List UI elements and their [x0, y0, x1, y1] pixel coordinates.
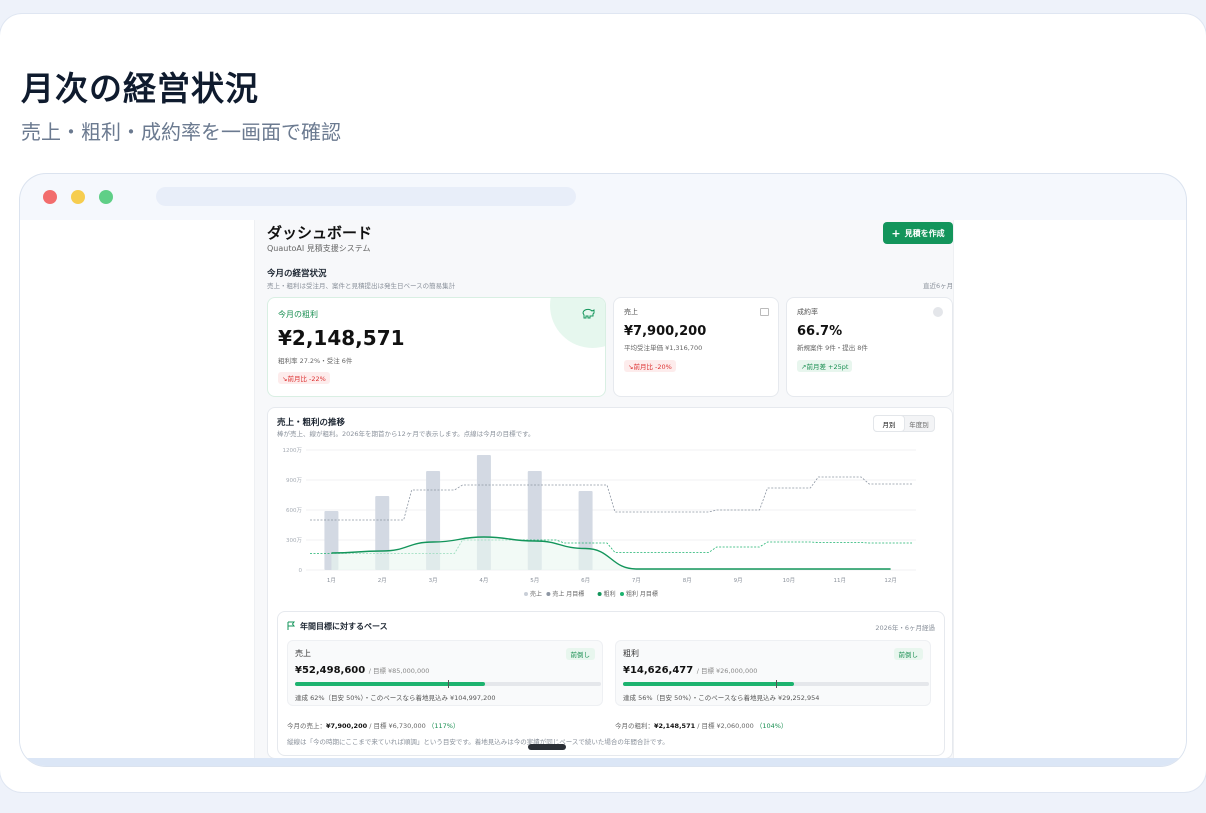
- y-tick-label: 600万: [286, 507, 302, 514]
- pace-sales-label: 売上: [295, 649, 311, 658]
- kpi-card-gross[interactable]: 今月の粗利 ¥2,148,571 粗利率 27.2%・受注 6件 ↘前月比 -2…: [267, 297, 606, 397]
- pace-meta: 2026年・6ヶ月経過: [875, 624, 935, 632]
- pace-sales-progress: [295, 680, 601, 688]
- pace-box-gross: 粗利 前倒し ¥14,626,477 / 目標 ¥26,000,000 達成 5…: [615, 640, 931, 706]
- toggle-yearly[interactable]: 年度別: [904, 416, 934, 431]
- section-subtitle: 売上・粗利は受注月、案件と見積提出は発生日ベースの簡易集計: [267, 282, 456, 290]
- x-tick-label: 9月: [734, 577, 743, 584]
- kpi-gross-value: ¥2,148,571: [278, 326, 405, 350]
- x-tick-label: 7月: [632, 577, 641, 584]
- page-title: ダッシュボード: [267, 224, 373, 242]
- x-tick-label: 3月: [429, 577, 438, 584]
- chart-title: 売上・粗利の推移: [277, 418, 346, 428]
- browser-viewport: ダッシュボード QuautoAI 見積支援システム + 見積を作成 今月の経営状…: [20, 220, 1186, 759]
- x-tick-label: 8月: [683, 577, 692, 584]
- address-bar[interactable]: [156, 187, 576, 206]
- create-estimate-label: 見積を作成: [904, 228, 945, 238]
- x-tick-label: 2月: [378, 577, 387, 584]
- pace-sales-note: 達成 62%（目安 50%）・このペースなら着地見込み ¥104,997,200: [295, 694, 496, 702]
- hero-title: 月次の経営状況: [21, 69, 259, 108]
- chart-subtitle: 棒が売上、線が粗利。2026年を期首から12ヶ月で表示します。点線は今月の目標で…: [277, 430, 535, 438]
- x-tick-label: 11月: [834, 577, 847, 584]
- kpi-gross-label: 今月の粗利: [278, 310, 318, 319]
- scroll-handle[interactable]: [528, 744, 566, 750]
- kpi-sales-label: 売上: [624, 308, 638, 316]
- browser-window: ダッシュボード QuautoAI 見積支援システム + 見積を作成 今月の経営状…: [20, 174, 1186, 766]
- page-subtitle: QuautoAI 見積支援システム: [267, 244, 371, 253]
- pace-gross-progress: [623, 680, 929, 688]
- annual-pace-card: 年間目標に対するペース 2026年・6ヶ月経過 売上 前倒し ¥52,498,6…: [277, 611, 945, 756]
- close-dot[interactable]: [43, 190, 57, 204]
- plus-icon: +: [891, 226, 901, 240]
- kpi-sales-delta: ↘前月比 -20%: [624, 360, 676, 372]
- pace-gross-marker: [776, 680, 777, 688]
- maximize-dot[interactable]: [99, 190, 113, 204]
- kpi-card-sales[interactable]: 売上 ¥7,900,200 平均受注単価 ¥1,316,700 ↘前月比 -20…: [613, 297, 779, 397]
- sales-target-line: [310, 476, 912, 521]
- x-tick-label: 1月: [327, 577, 336, 584]
- pace-sales-badge: 前倒し: [565, 648, 595, 660]
- create-estimate-button[interactable]: + 見積を作成: [883, 222, 953, 244]
- pace-gross-fill: [623, 682, 795, 686]
- dashboard-app: ダッシュボード QuautoAI 見積支援システム + 見積を作成 今月の経営状…: [254, 220, 954, 759]
- pace-title: 年間目標に対するペース: [300, 622, 388, 631]
- piggy-bank-icon: [582, 308, 595, 319]
- kpi-gross-delta: ↘前月比 -22%: [278, 372, 330, 384]
- pace-sales-marker: [448, 680, 449, 688]
- pace-gross-label: 粗利: [623, 649, 639, 658]
- legend-label: 売上: [530, 590, 542, 598]
- pace-footnote: 縦線は「今の時期にここまで来ていれば順調」という目安です。着地見込みは今の実績が…: [287, 738, 669, 746]
- browser-bottom-bar: [20, 758, 1186, 766]
- y-tick-label: 0: [299, 568, 303, 574]
- kpi-sales-detail: 平均受注単価 ¥1,316,700: [624, 344, 703, 352]
- kpi-rate-detail: 新規案件 9件・提出 8件: [797, 344, 868, 352]
- legend-swatch: [620, 592, 624, 596]
- month-gross-line: 今月の粗利：¥2,148,571 / 目標 ¥2,060,000 （104%）: [615, 722, 788, 730]
- showcase-card: 月次の経営状況 売上・粗利・成約率を一画面で確認 ダッシュボード QuautoA…: [0, 14, 1206, 792]
- legend-label: 粗利: [604, 590, 616, 598]
- accent-circle: [550, 298, 605, 348]
- legend-label: 売上 月目標: [552, 590, 584, 598]
- pace-gross-badge: 前倒し: [893, 648, 923, 660]
- x-tick-label: 5月: [530, 577, 539, 584]
- kpi-rate-value: 66.7%: [797, 324, 843, 339]
- legend-swatch: [546, 592, 551, 596]
- kpi-rate-label: 成約率: [797, 308, 818, 316]
- month-sales-line: 今月の売上：¥7,900,200 / 目標 ¥6,730,000 （117%）: [287, 722, 460, 730]
- legend-label: 粗利 月目標: [626, 590, 658, 598]
- toggle-monthly[interactable]: 月別: [874, 416, 904, 431]
- x-tick-label: 4月: [479, 577, 488, 584]
- period-toggle: 月別 年度別: [873, 415, 935, 432]
- kpi-sales-value: ¥7,900,200: [624, 324, 707, 339]
- pace-sales-fill: [295, 682, 485, 686]
- pace-gross-value: ¥14,626,477 / 目標 ¥26,000,000: [623, 665, 758, 676]
- x-tick-label: 10月: [783, 577, 796, 584]
- minimize-dot[interactable]: [71, 190, 85, 204]
- flag-icon: [287, 621, 295, 630]
- hero-subtitle: 売上・粗利・成約率を一画面で確認: [21, 120, 341, 144]
- y-tick-label: 300万: [286, 537, 302, 544]
- kpi-card-rate[interactable]: 成約率 66.7% 新規案件 9件・提出 8件 ↗前月差 +25pt: [786, 297, 953, 397]
- section-range: 直近6ヶ月: [923, 282, 954, 290]
- trend-chart-card: 売上・粗利の推移 棒が売上、線が粗利。2026年を期首から12ヶ月で表示します。…: [267, 407, 953, 759]
- legend-swatch: [597, 592, 602, 596]
- calendar-icon: [760, 308, 769, 316]
- circle-icon: [933, 307, 943, 317]
- y-tick-label: 900万: [286, 477, 302, 484]
- y-tick-label: 1200万: [283, 447, 303, 454]
- pace-sales-value: ¥52,498,600 / 目標 ¥85,000,000: [295, 665, 430, 676]
- kpi-gross-detail: 粗利率 27.2%・受注 6件: [278, 357, 353, 365]
- section-title: 今月の経営状況: [267, 269, 327, 279]
- legend-swatch: [524, 592, 528, 596]
- pace-box-sales: 売上 前倒し ¥52,498,600 / 目標 ¥85,000,000 達成 6…: [287, 640, 603, 706]
- window-controls: [43, 190, 113, 204]
- x-tick-label: 12月: [884, 577, 897, 584]
- kpi-rate-delta: ↗前月差 +25pt: [797, 360, 853, 372]
- x-tick-label: 6月: [581, 577, 590, 584]
- pace-gross-note: 達成 56%（目安 50%）・このペースなら着地見込み ¥29,252,954: [623, 694, 820, 702]
